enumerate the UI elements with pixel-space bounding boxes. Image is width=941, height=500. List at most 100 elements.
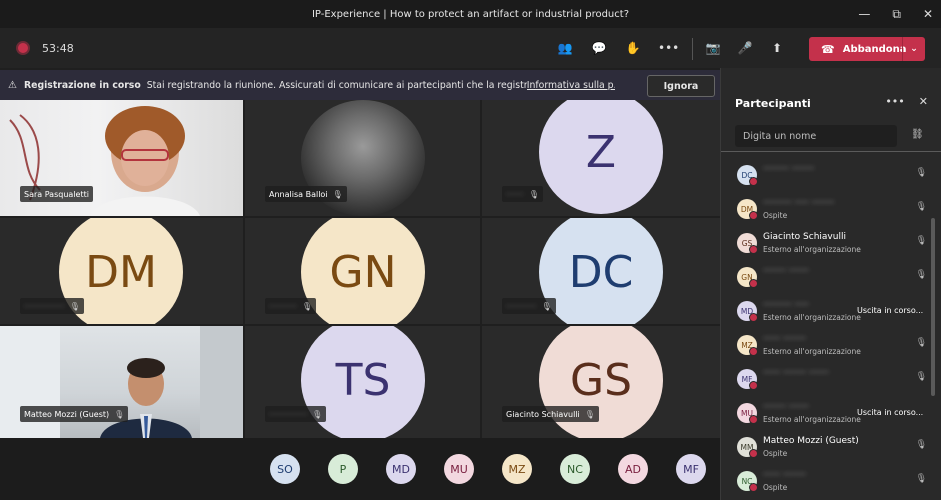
video-tile-dc[interactable]: DC ············ 🎙 <box>482 218 720 324</box>
mic-muted-icon[interactable]: 🎙 <box>916 270 927 280</box>
leave-button[interactable]: ☎ Abbandona ⌄ <box>809 37 925 61</box>
participant-row[interactable]: MD ·········· ····· Esterno all'organizz… <box>721 295 931 329</box>
participant-search-input[interactable]: Digita un nome <box>735 125 897 147</box>
more-options-icon[interactable]: ••• <box>658 41 679 55</box>
more-options-icon[interactable]: ••• <box>885 95 904 108</box>
meeting-timer: 53:48 <box>42 41 74 55</box>
raise-hand-icon[interactable]: ✋ <box>624 41 642 55</box>
meeting-toolbar: 53:48 👥 💬 ✋ ••• 📷 🎤 ⬆ ☎ Abbandona ⌄ <box>0 28 941 68</box>
dock-avatar[interactable]: NC <box>560 454 590 484</box>
participant-row[interactable]: MZ ······ ········ Esterno all'organizza… <box>721 329 931 363</box>
leaving-status: Uscita in corso... <box>857 306 924 315</box>
avatar: Z <box>539 100 663 214</box>
video-tile-gs[interactable]: GS Giacinto Schiavulli 🎙 <box>482 326 720 438</box>
ignore-button[interactable]: Ignora <box>647 75 715 97</box>
close-icon[interactable]: ✕ <box>923 7 933 21</box>
mic-muted-icon[interactable]: 🎙 <box>916 338 927 348</box>
panel-divider <box>721 151 941 152</box>
participant-name: ·········· ····· <box>763 300 809 310</box>
participant-row[interactable]: MU ········ ······· Esterno all'organizz… <box>721 397 931 431</box>
avatar: DC <box>737 165 758 186</box>
participant-name: Giacinto Schiavulli <box>763 232 846 242</box>
participant-name: ············ <box>506 301 537 311</box>
participant-name: ······ ········ <box>763 334 806 344</box>
dock-avatar[interactable]: AD <box>618 454 648 484</box>
share-screen-icon[interactable]: ⬆ <box>768 41 786 55</box>
participant-name: ················ <box>24 301 65 311</box>
mic-muted-icon: 🎙 <box>312 409 323 419</box>
mic-muted-icon: 🎙 <box>332 189 343 199</box>
avatar: DM <box>737 199 758 220</box>
panel-scrollbar[interactable] <box>931 218 935 396</box>
participant-row[interactable]: DM ·········· ····· ········ Ospite 🎙 <box>721 193 931 227</box>
participant-name: ········ ······· <box>763 402 809 412</box>
leaving-status: Uscita in corso... <box>857 408 924 417</box>
mic-muted-icon[interactable]: 🎙 <box>916 236 927 246</box>
mic-muted-icon: 🎙 <box>69 301 80 311</box>
video-tile-sara[interactable]: Sara Pasqualetti <box>0 100 243 216</box>
mic-muted-icon[interactable]: 🎙 <box>916 202 927 212</box>
participant-row[interactable]: NC ······ ········ Ospite 🎙 <box>721 465 931 499</box>
video-tile-dm[interactable]: DM ················ 🎙 <box>0 218 243 324</box>
participant-role: Esterno all'organizzazione <box>763 347 861 356</box>
video-tile-annalisa[interactable]: Annalisa Balloi 🎙 <box>245 100 480 216</box>
close-icon[interactable]: ✕ <box>919 95 928 108</box>
avatar: MZ <box>737 335 758 356</box>
warning-icon: ⚠ <box>8 79 17 91</box>
dock-avatar[interactable]: MF <box>676 454 706 484</box>
restore-icon[interactable]: ⧉ <box>892 7 901 22</box>
dock-avatar[interactable]: P <box>328 454 358 484</box>
video-tile-gn[interactable]: GN ··········· 🎙 <box>245 218 480 324</box>
chevron-down-icon[interactable]: ⌄ <box>902 37 925 61</box>
participant-name: ······ ········ ······· <box>763 368 829 378</box>
window-title: IP-Experience | How to protect an artifa… <box>311 8 630 20</box>
recording-icon <box>16 41 30 55</box>
dock-avatar[interactable]: MU <box>444 454 474 484</box>
participant-row[interactable]: GN ········ ······· 🎙 <box>721 261 931 295</box>
leave-label: Abbandona <box>842 43 907 55</box>
toolbar-actions: 👥 💬 ✋ ••• <box>556 28 680 68</box>
participant-role: Esterno all'organizzazione <box>763 415 861 424</box>
participants-icon[interactable]: 👥 <box>556 41 574 55</box>
mic-muted-icon[interactable]: 🎙 <box>916 474 927 484</box>
mic-off-icon[interactable]: 🎤 <box>736 41 754 55</box>
minimize-icon[interactable]: — <box>858 7 870 21</box>
share-invite-icon[interactable]: ⛓ <box>911 129 924 140</box>
dock-avatar[interactable]: MD <box>386 454 416 484</box>
dock-avatar[interactable]: SO <box>270 454 300 484</box>
video-tile-z[interactable]: Z ······· 🎙 <box>482 100 720 216</box>
participant-row[interactable]: MM Matteo Mozzi (Guest) Ospite 🎙 <box>721 431 931 465</box>
window-titlebar: IP-Experience | How to protect an artifa… <box>0 0 941 28</box>
avatar: DC <box>539 218 663 324</box>
banner-title: Registrazione in corso <box>24 79 141 91</box>
avatar: MM <box>737 437 758 458</box>
video-tile-ts[interactable]: TS ··············· 🎙 <box>245 326 480 438</box>
banner-message: Stai registrando la riunione. Assicurati… <box>146 79 527 91</box>
participant-name: ·········· ····· ········ <box>763 198 835 208</box>
camera-off-icon[interactable]: 📷 <box>704 41 722 55</box>
participant-name: Matteo Mozzi (Guest) <box>763 436 859 446</box>
toolbar-media: 📷 🎤 ⬆ <box>704 28 786 68</box>
participant-row[interactable]: GS Giacinto Schiavulli Esterno all'organ… <box>721 227 931 261</box>
video-tile-matteo[interactable]: Matteo Mozzi (Guest) 🎙 <box>0 326 243 438</box>
chat-icon[interactable]: 💬 <box>590 41 608 55</box>
window-controls: — ⧉ ✕ <box>858 0 933 28</box>
avatar: NC <box>737 471 758 492</box>
dock-avatar[interactable]: MZ <box>502 454 532 484</box>
participants-panel: Partecipanti ••• ✕ Digita un nome ⛓ DC ·… <box>720 68 941 500</box>
participant-row[interactable]: MF ······ ········ ······· 🎙 <box>721 363 931 397</box>
privacy-link[interactable]: Informativa sulla p... <box>527 80 615 91</box>
participant-role: Esterno all'organizzazione <box>763 313 861 322</box>
participant-name: ··············· <box>269 409 308 419</box>
mic-muted-icon[interactable]: 🎙 <box>916 168 927 178</box>
participant-row[interactable]: DC ········· ········ 🎙 <box>721 159 931 193</box>
recording-banner: ⚠ Registrazione in corso Stai registrand… <box>0 70 720 100</box>
mic-muted-icon: 🎙 <box>541 301 552 311</box>
participant-role: Ospite <box>763 449 788 458</box>
phone-icon: ☎ <box>821 42 835 56</box>
mic-muted-icon[interactable]: 🎙 <box>916 440 927 450</box>
avatar: MU <box>737 403 758 424</box>
avatar: GS <box>737 233 758 254</box>
mic-muted-icon[interactable]: 🎙 <box>916 372 927 382</box>
mic-muted-icon: 🎙 <box>301 301 313 311</box>
